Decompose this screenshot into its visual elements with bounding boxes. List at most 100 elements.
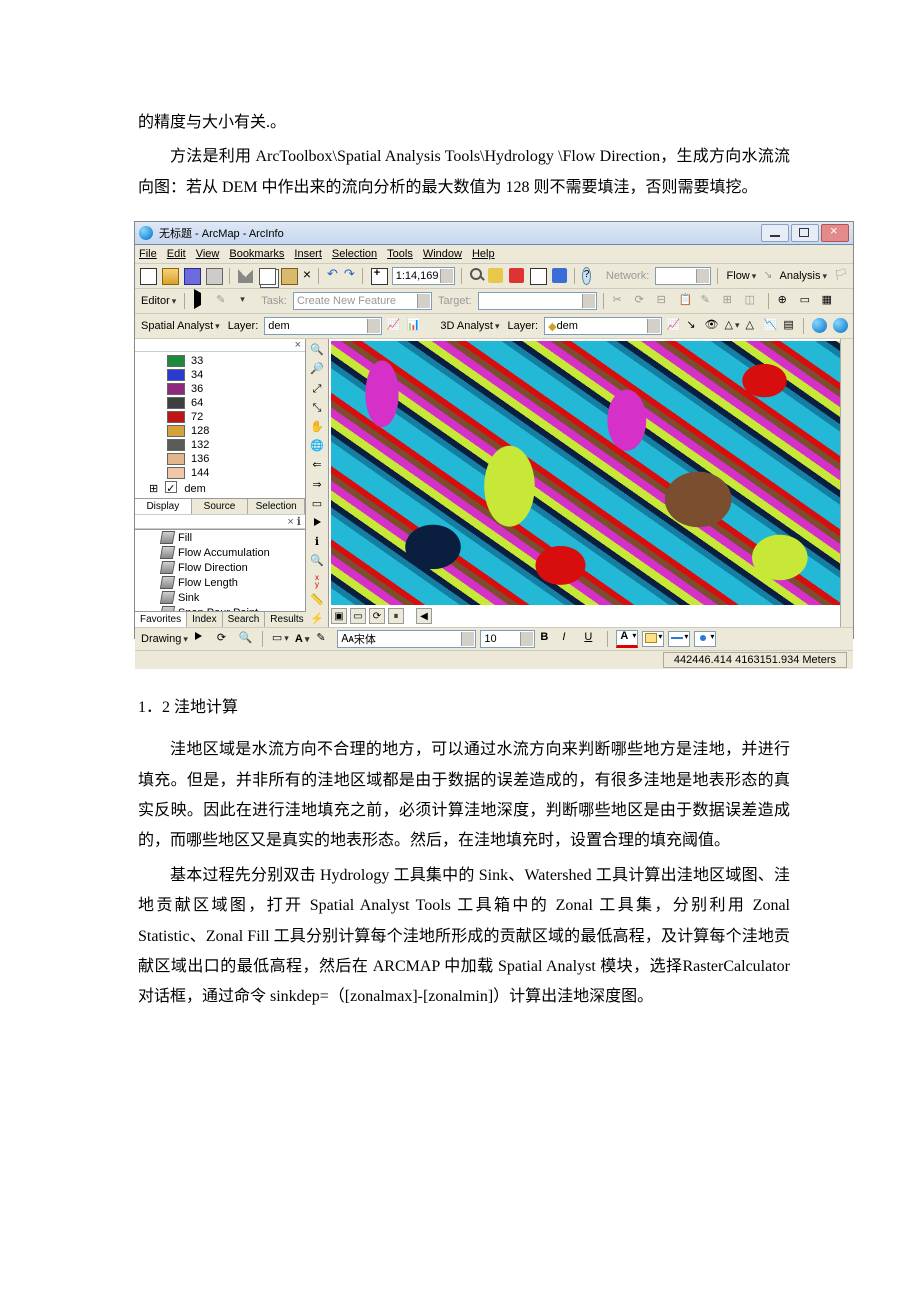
legend-item[interactable]: 144 [137,466,303,480]
layer-view-icon[interactable]: ▤ [782,317,796,335]
zoom-draw-button[interactable]: 🔍 [238,630,256,648]
add-data-button[interactable] [370,267,388,285]
new-button[interactable] [139,267,157,285]
sketch-tool-icon[interactable]: ✎ [215,292,233,310]
3d-layer-combo[interactable]: ◆ dem [544,317,662,335]
legend-item[interactable]: 33 [137,354,303,368]
window-titlebar[interactable]: 无标题 - ArcMap - ArcInfo [135,222,853,245]
menu-insert[interactable]: Insert [294,248,322,260]
menu-view[interactable]: View [196,248,220,260]
window-maximize-button[interactable] [791,224,819,242]
layout-view-button[interactable]: ▭ [350,608,366,624]
marker-color-button[interactable] [694,631,716,647]
flow-menu[interactable]: Flow [727,270,757,282]
font-size-combo[interactable]: 10 [480,630,535,648]
legend-item[interactable]: 132 [137,438,303,452]
rotate-icon[interactable]: ⟳ [634,292,652,310]
text-dd[interactable]: A [295,633,309,645]
toc-tab-source[interactable]: Source [192,499,249,514]
dem-layer-row[interactable]: ⊞ ✓ dem [137,480,303,496]
shape-dd[interactable]: ▭ [271,630,289,648]
fav-tab-favorites[interactable]: Favorites [135,612,187,627]
window-close-button[interactable] [821,224,849,242]
window-minimize-button[interactable] [761,224,789,242]
delete-button[interactable]: × [302,267,312,285]
identify-button[interactable]: ℹ [308,534,326,550]
arctoolbox-button[interactable] [508,267,525,285]
network-combo[interactable] [655,267,710,285]
select-elements-button[interactable] [308,515,326,531]
save-button[interactable] [183,267,201,285]
rotate-button[interactable]: ⟳ [216,630,234,648]
map-view[interactable]: ▣ ▭ ⟳ ⏸ ◀ [329,339,853,627]
pan-button[interactable]: ✋ [308,419,326,435]
drawing-menu[interactable]: Drawing [141,633,188,645]
editor-menu[interactable]: Editor [141,295,176,307]
interp-icon[interactable]: △ [745,317,759,335]
tool-item[interactable]: Flow Direction [135,560,305,575]
menu-file[interactable]: File [139,248,157,260]
tool-item[interactable]: Flow Length [135,575,305,590]
rect-button[interactable]: ▭ [799,292,817,310]
arccatalog-button[interactable] [487,267,504,285]
open-button[interactable] [161,267,179,285]
attr-icon[interactable]: 📋 [678,292,696,310]
print-button[interactable] [205,267,223,285]
refresh-button[interactable]: ⟳ [369,608,385,624]
copy-button[interactable] [258,267,276,285]
map-canvas[interactable] [331,341,841,605]
line-color-button[interactable] [668,631,690,647]
toc-close-button[interactable]: × [135,339,305,352]
toc-tab-display[interactable]: Display [135,499,192,514]
tool-item[interactable]: Flow Accumulation [135,545,305,560]
editor-toolbar-button[interactable] [469,267,483,285]
dim-button[interactable]: ⊕ [777,292,795,310]
menu-bookmarks[interactable]: Bookmarks [229,248,284,260]
font-color-button[interactable]: A [616,630,638,648]
next-extent-button[interactable]: ⇒ [308,477,326,493]
contour-button[interactable]: 📈 [386,317,402,335]
3d-analyst-menu[interactable]: 3D Analyst [440,320,499,332]
cut-poly-icon[interactable]: ✂ [612,292,630,310]
prev-extent-button[interactable]: ⇐ [308,457,326,473]
fill-color-button[interactable] [642,631,664,647]
menu-help[interactable]: Help [472,248,495,260]
histogram-button[interactable]: 📊 [406,317,422,335]
map-scrollbar-vertical[interactable] [840,339,853,627]
snap2-icon[interactable]: ◫ [744,292,762,310]
arcglobe-button[interactable] [832,317,849,335]
scroll-left-button[interactable]: ◀ [416,608,432,624]
pause-button[interactable]: ⏸ [388,608,404,624]
sketch-dd[interactable] [237,292,255,310]
zoom-in-button[interactable]: 🔍 [308,342,326,358]
data-view-button[interactable]: ▣ [331,608,347,624]
spatial-analyst-menu[interactable]: Spatial Analyst [141,320,220,332]
menu-edit[interactable]: Edit [167,248,186,260]
tool-item[interactable]: Sink [135,590,305,605]
font-name-combo[interactable]: 🗛 宋体 [337,630,476,648]
select-element-button[interactable] [194,630,212,648]
fav-tab-search[interactable]: Search [223,612,266,627]
fav-tab-results[interactable]: Results [265,612,309,627]
interp-dd[interactable]: △ [724,317,741,335]
sketch-prop-icon[interactable]: ✎ [700,292,718,310]
select-feature-button[interactable]: ▭ [308,496,326,512]
steepest-icon[interactable]: ↘ [685,317,699,335]
edit-vertices-button[interactable]: ✎ [315,630,333,648]
menu-window[interactable]: Window [423,248,462,260]
italic-button[interactable]: I [561,630,579,648]
grid-button[interactable]: ▦ [821,292,839,310]
arcscene-button[interactable] [811,317,828,335]
split-icon[interactable]: ⊟ [656,292,674,310]
task-combo[interactable]: Create New Feature [293,292,432,310]
fixed-zoom-out-button[interactable]: ⤡ [308,400,326,416]
undo-button[interactable]: ↶ [326,267,339,285]
fixed-zoom-in-button[interactable]: ⤢ [308,381,326,397]
legend-item[interactable]: 64 [137,396,303,410]
fav-tab-index[interactable]: Index [187,612,222,627]
full-extent-button[interactable]: 🌐 [308,438,326,454]
measure-button[interactable]: 📏 [308,592,326,608]
legend-item[interactable]: 128 [137,424,303,438]
legend-item[interactable]: 72 [137,410,303,424]
analysis-menu[interactable]: Analysis [780,270,828,282]
